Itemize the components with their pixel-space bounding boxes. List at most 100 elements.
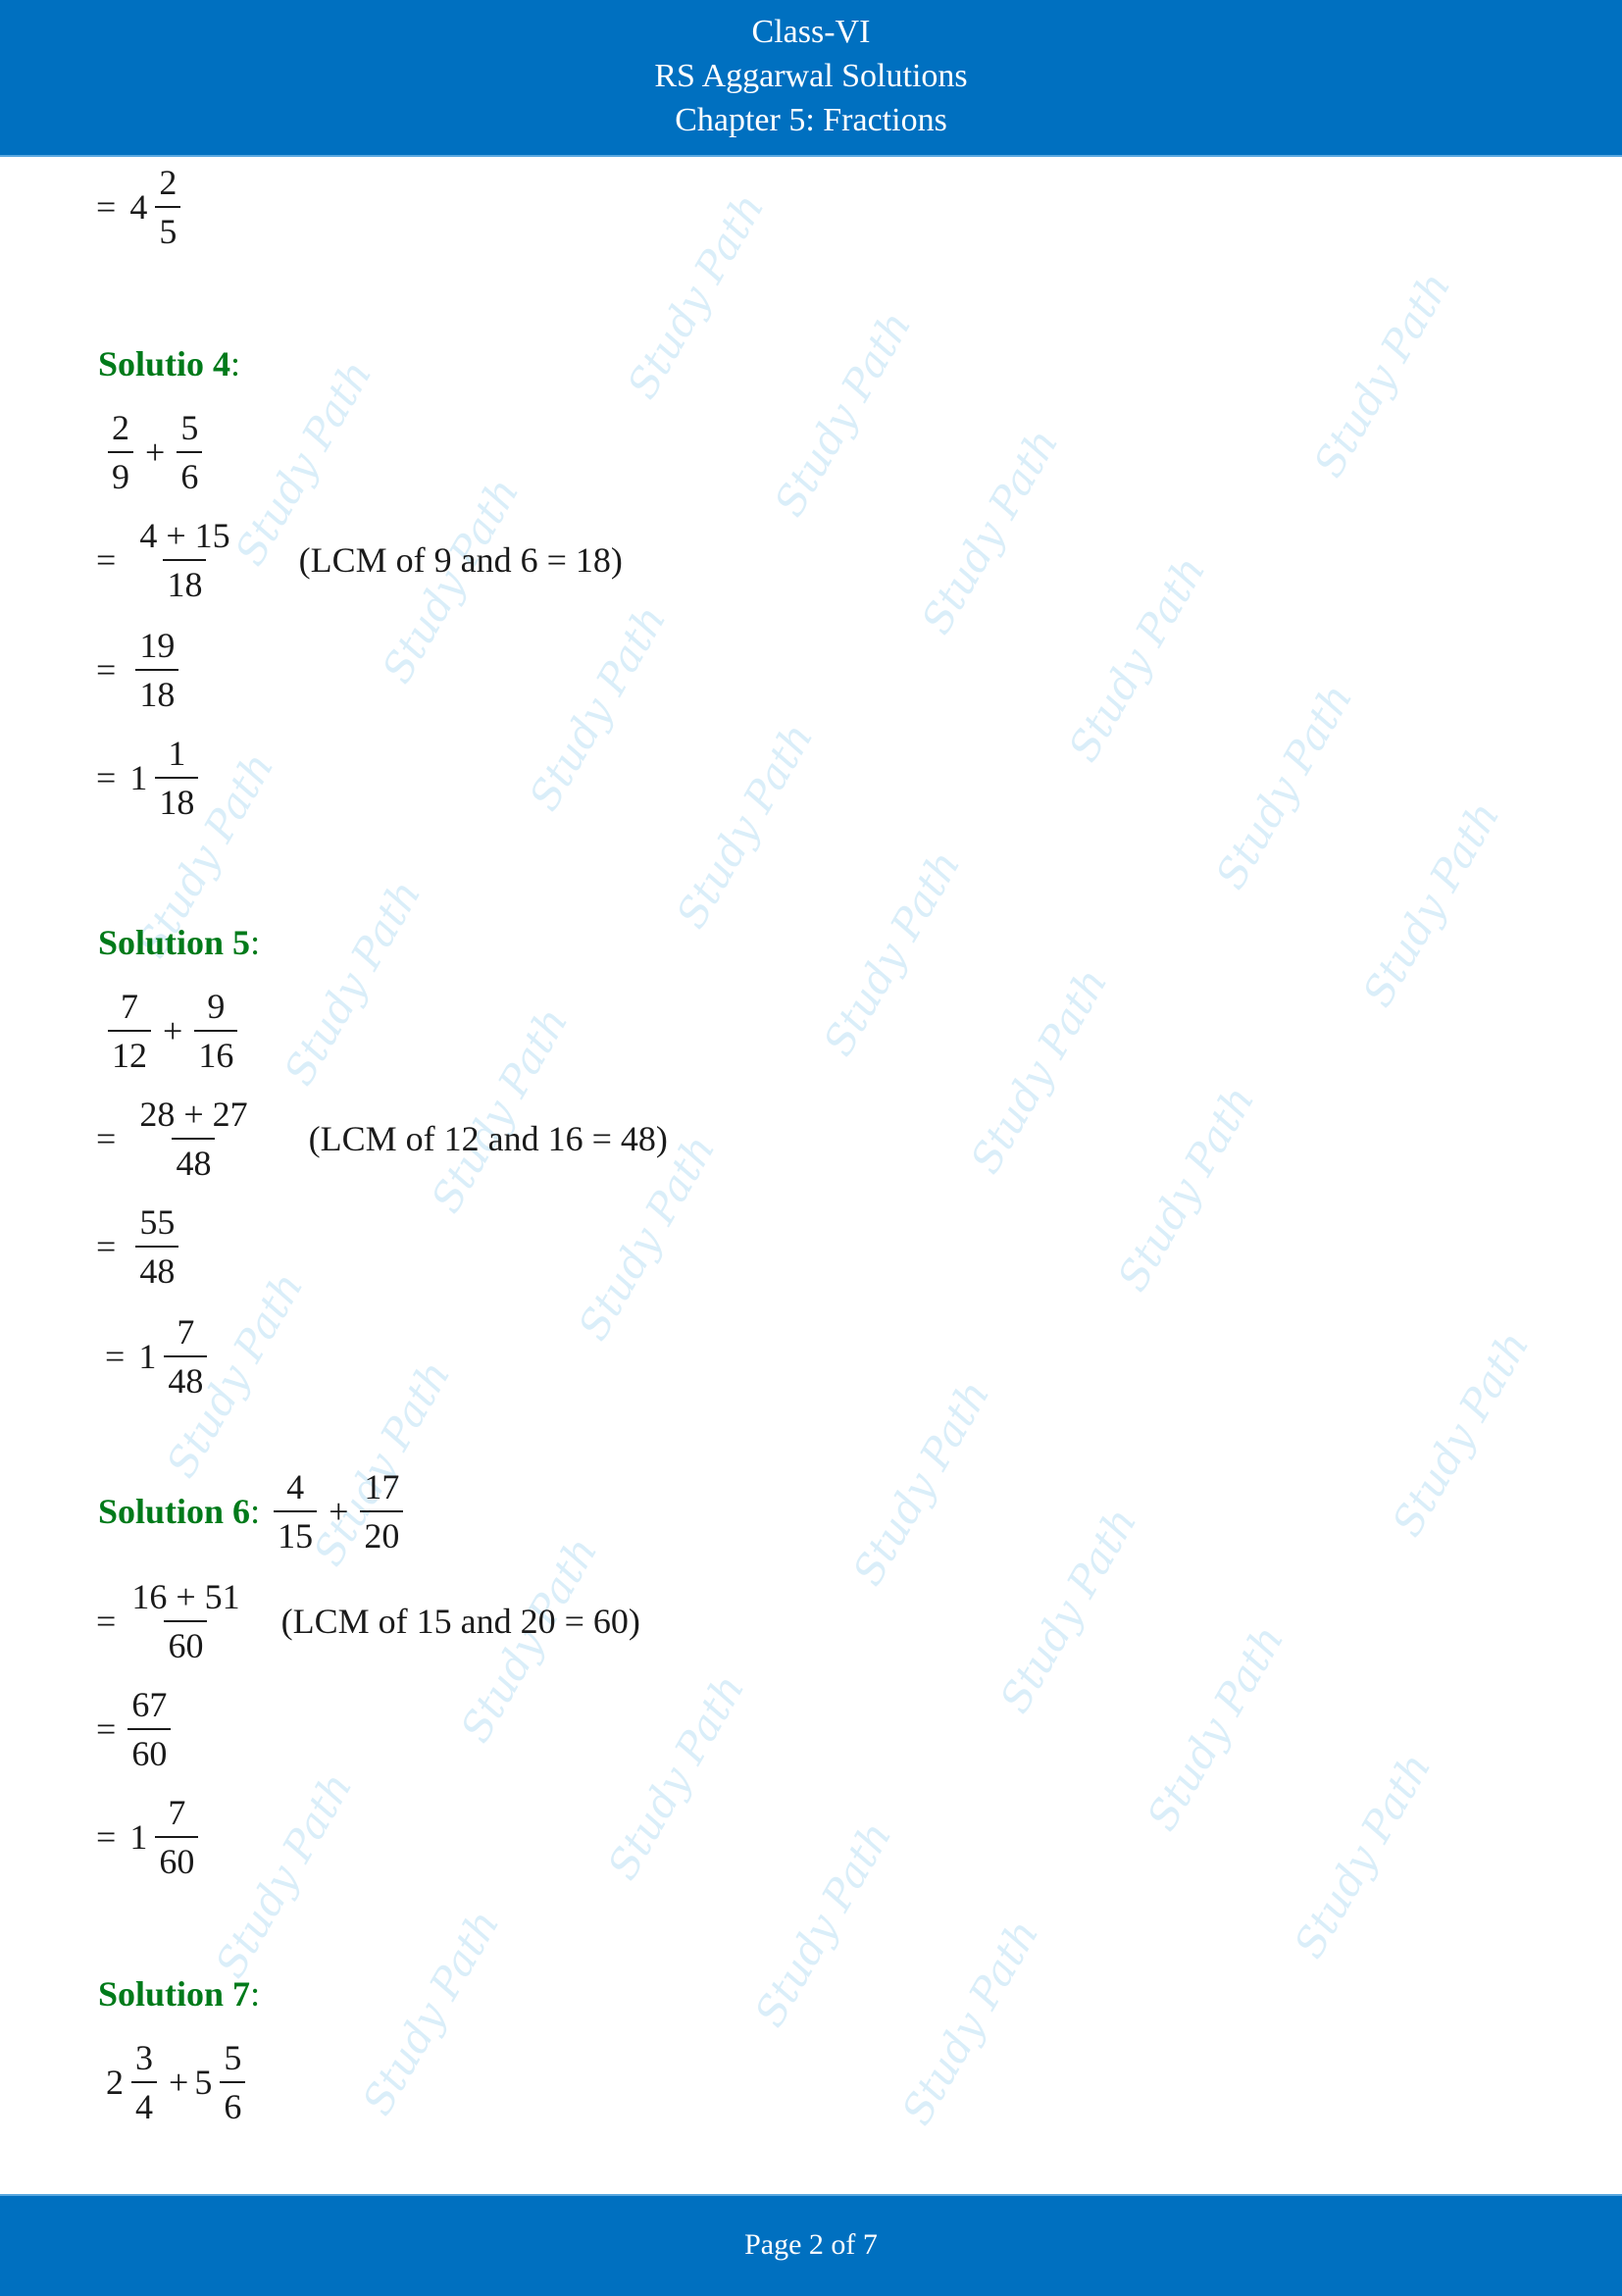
solution-title: Solution 7 [98, 1974, 251, 2014]
numerator: 3 [135, 2038, 153, 2077]
lcm-note: (LCM of 12 and 16 = 48) [308, 1119, 668, 1158]
fraction: 3 4 [131, 2040, 157, 2124]
fraction: 67 60 [127, 1685, 172, 1771]
denominator: 15 [274, 1510, 318, 1554]
solution-title: Solution 5 [98, 923, 251, 962]
denominator: 6 [177, 451, 203, 494]
plus-sign: + [163, 1011, 183, 1050]
page-content: = 4 2 5 Solutio 4: 2 9 + 5 6 = 4 + 15 18… [0, 0, 1622, 2294]
solution-colon: : [250, 1974, 261, 2014]
solution-heading: Solutio 4: [98, 343, 240, 384]
equals-sign: = [96, 1602, 117, 1641]
fraction: 55 48 [135, 1202, 179, 1289]
fraction: 7 48 [164, 1314, 208, 1399]
fraction: 7 12 [108, 989, 151, 1073]
solution-step: = 55 48 [96, 1204, 184, 1289]
fraction: 5 6 [177, 408, 203, 494]
equals-sign: = [96, 758, 117, 797]
numerator: 4 [286, 1467, 305, 1506]
fraction: 4 15 [274, 1467, 318, 1554]
fraction: 7 60 [155, 1793, 199, 1879]
whole-number: 5 [194, 2063, 213, 2102]
solution-problem: 7 12 + 9 16 [102, 989, 243, 1073]
numerator: 67 [131, 1685, 168, 1724]
numerator: 16 + 51 [131, 1577, 240, 1616]
fraction: 5 6 [220, 2038, 246, 2124]
solution-result: = 1 7 48 [105, 1314, 213, 1399]
fraction: 4 + 15 18 [135, 518, 233, 602]
numerator: 17 [364, 1467, 400, 1506]
numerator: 7 [121, 987, 138, 1026]
equals-sign: = [96, 187, 117, 227]
numerator: 9 [207, 987, 226, 1026]
denominator: 9 [108, 451, 133, 494]
solution-colon: : [250, 923, 261, 962]
solution-heading: Solution 6: 4 15 + 17 20 [98, 1469, 409, 1554]
denominator: 12 [108, 1030, 151, 1073]
whole-number: 1 [138, 1337, 157, 1376]
solution-step: = 4 + 15 18 (LCM of 9 and 6 = 18) [96, 518, 623, 602]
denominator: 18 [135, 669, 179, 712]
solution-result: = 1 1 18 [96, 736, 204, 820]
denominator: 48 [135, 1246, 179, 1289]
denominator: 18 [155, 777, 199, 820]
numerator: 2 [159, 163, 177, 202]
page-footer: Page 2 of 7 [0, 2194, 1622, 2296]
plus-sign: + [169, 2063, 189, 2102]
plus-sign: + [145, 433, 166, 472]
page-number: Page 2 of 7 [744, 2228, 878, 2261]
denominator: 20 [360, 1510, 404, 1554]
solution-title: Solution 6 [98, 1492, 251, 1531]
solution-heading: Solution 5: [98, 922, 260, 963]
solution-colon: : [250, 1492, 261, 1531]
whole-number: 4 [129, 187, 148, 227]
denominator: 6 [220, 2081, 246, 2124]
fraction: 28 + 27 48 [135, 1097, 251, 1181]
solution-step: = 19 18 [96, 628, 184, 712]
denominator: 4 [131, 2081, 157, 2124]
carryover-result: = 4 2 5 [96, 165, 186, 249]
solution-title: Solutio 4 [98, 344, 231, 383]
equals-sign: = [96, 1709, 117, 1749]
denominator: 48 [172, 1138, 216, 1181]
numerator: 5 [224, 2038, 242, 2077]
equals-sign: = [96, 1227, 117, 1266]
whole-number: 1 [129, 1817, 148, 1857]
denominator: 60 [127, 1728, 172, 1771]
whole-number: 1 [129, 758, 148, 797]
solution-problem: 2 3 4 + 5 5 6 [106, 2040, 251, 2124]
numerator: 5 [180, 408, 199, 447]
denominator: 60 [164, 1620, 208, 1663]
numerator: 7 [168, 1793, 186, 1832]
equals-sign: = [96, 1817, 117, 1857]
fraction: 2 9 [108, 410, 133, 494]
lcm-note: (LCM of 9 and 6 = 18) [298, 540, 623, 580]
solution-heading: Solution 7: [98, 1973, 260, 2015]
whole-number: 2 [106, 2063, 124, 2102]
lcm-note: (LCM of 15 and 20 = 60) [280, 1602, 640, 1641]
fraction: 1 18 [155, 734, 199, 820]
solution-problem: 2 9 + 5 6 [102, 410, 208, 494]
solution-step: = 16 + 51 60 (LCM of 15 and 20 = 60) [96, 1579, 640, 1663]
solution-step: = 67 60 [96, 1687, 177, 1771]
fraction: 2 5 [155, 163, 181, 249]
numerator: 2 [112, 408, 129, 447]
fraction: 16 + 51 60 [127, 1579, 243, 1663]
denominator: 5 [155, 206, 181, 249]
solution-colon: : [230, 344, 241, 383]
equals-sign: = [96, 540, 117, 580]
denominator: 60 [155, 1836, 199, 1879]
equals-sign: = [96, 1119, 117, 1158]
denominator: 18 [163, 559, 207, 602]
equals-sign: = [96, 650, 117, 689]
equals-sign: = [105, 1337, 126, 1376]
fraction: 9 16 [194, 987, 238, 1073]
solution-step: = 28 + 27 48 (LCM of 12 and 16 = 48) [96, 1097, 668, 1181]
denominator: 48 [164, 1355, 208, 1399]
numerator: 28 + 27 [139, 1095, 248, 1134]
fraction: 19 18 [135, 628, 179, 712]
numerator: 4 + 15 [139, 516, 230, 555]
numerator: 1 [168, 734, 186, 773]
numerator: 55 [139, 1202, 176, 1242]
denominator: 16 [194, 1030, 238, 1073]
